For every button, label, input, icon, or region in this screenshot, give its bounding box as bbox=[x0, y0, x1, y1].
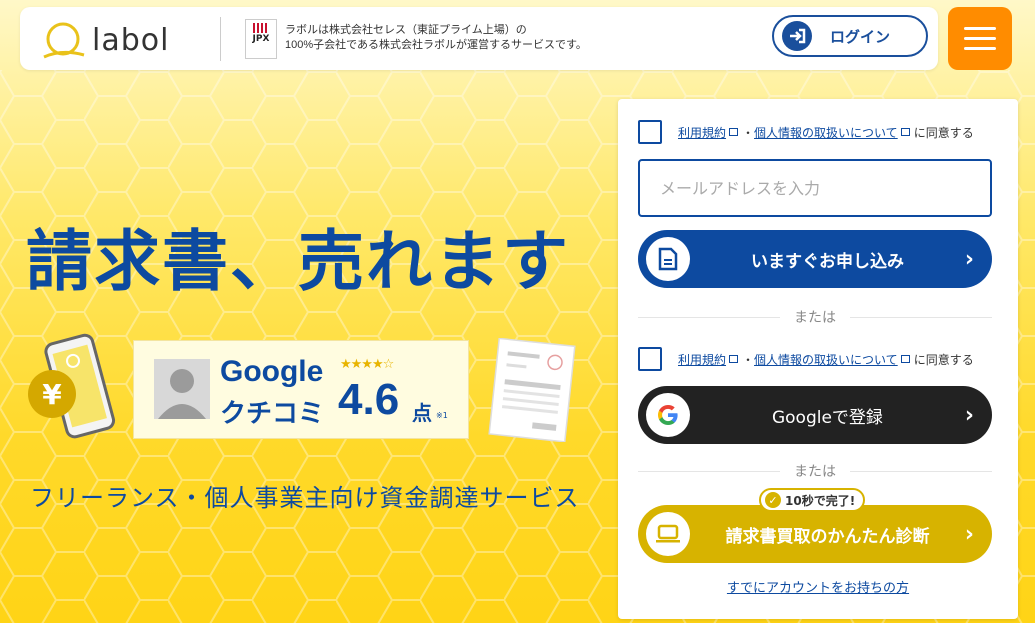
privacy-link-2[interactable]: 個人情報の取扱いについて bbox=[754, 351, 898, 368]
login-button[interactable]: ログイン bbox=[772, 15, 928, 57]
chevron-right-icon: › bbox=[964, 246, 974, 272]
labol-logo[interactable]: labol bbox=[40, 19, 200, 59]
apply-now-button[interactable]: いますぐお申し込み › bbox=[638, 230, 992, 288]
external-link-icon bbox=[729, 128, 739, 136]
hamburger-icon bbox=[964, 27, 996, 30]
or-text-2: または bbox=[794, 464, 836, 480]
login-label: ログイン bbox=[830, 27, 891, 46]
logo-text: labol bbox=[92, 23, 170, 58]
google-signup-button[interactable]: Googleで登録 › bbox=[638, 386, 992, 444]
site-header: labol JPX ラボルは株式会社セレス（東証プライム上場）の 100%子会社… bbox=[20, 7, 938, 70]
email-input[interactable] bbox=[638, 159, 992, 217]
privacy-link-1[interactable]: 個人情報の取扱いについて bbox=[754, 124, 898, 141]
terms-agreement-1: 利用規約 ・ 個人情報の取扱いについて に同意する bbox=[638, 120, 974, 144]
external-link-icon bbox=[900, 355, 910, 363]
apply-now-label: いますぐお申し込み bbox=[750, 251, 904, 272]
terms-checkbox-2[interactable] bbox=[638, 347, 662, 371]
rating-stars: ★★★★☆ bbox=[340, 357, 394, 372]
chevron-right-icon: › bbox=[964, 521, 974, 547]
google-review-card: Google クチコミ ★★★★☆ 4.6 点 ※1 bbox=[133, 340, 469, 439]
or-divider-1: または bbox=[638, 307, 992, 327]
rating-score: 4.6 bbox=[338, 375, 400, 424]
laptop-icon bbox=[646, 512, 690, 556]
agree-text-1: に同意する bbox=[913, 125, 974, 140]
rating-unit: 点 bbox=[412, 401, 432, 425]
terms-link-1[interactable]: 利用規約 bbox=[678, 124, 726, 141]
logo-mark-icon bbox=[43, 22, 85, 59]
hamburger-menu-button[interactable] bbox=[948, 7, 1012, 70]
reviewer-avatar bbox=[154, 359, 210, 419]
chevron-right-icon: › bbox=[964, 402, 974, 428]
document-icon bbox=[646, 237, 690, 281]
invoice-illustration bbox=[488, 338, 576, 442]
badge-text: 10秒で完了! bbox=[785, 493, 856, 508]
header-divider bbox=[220, 17, 221, 61]
check-icon: ✓ bbox=[765, 492, 781, 508]
external-link-icon bbox=[729, 355, 739, 363]
login-icon bbox=[782, 21, 812, 51]
kuchikomi-label: クチコミ bbox=[220, 399, 325, 429]
rating-footnote: ※1 bbox=[436, 411, 448, 420]
terms-link-2[interactable]: 利用規約 bbox=[678, 351, 726, 368]
hero-title: 請求書、売れます bbox=[26, 223, 570, 300]
or-divider-2: または bbox=[638, 461, 992, 481]
hero-subtitle: フリーランス・個人事業主向け資金調達サービス bbox=[30, 484, 580, 512]
diagnose-button[interactable]: 請求書買取のかんたん診断 › bbox=[638, 505, 992, 563]
existing-account-link[interactable]: すでにアカウントをお持ちの方 bbox=[618, 577, 1018, 596]
company-line-2: 100%子会社である株式会社ラボルが運営するサービスです。 bbox=[285, 39, 587, 51]
jpx-mark-icon bbox=[253, 23, 267, 33]
company-line-1: ラボルは株式会社セレス（東証プライム上場）の bbox=[285, 24, 527, 36]
terms-agreement-2: 利用規約 ・ 個人情報の取扱いについて に同意する bbox=[638, 347, 974, 371]
google-icon bbox=[646, 393, 690, 437]
agree-text-2: に同意する bbox=[913, 352, 974, 367]
phone-yen-illustration: ¥ bbox=[28, 333, 116, 439]
external-link-icon bbox=[900, 128, 910, 136]
separator-dot: ・ bbox=[742, 352, 755, 367]
svg-text:¥: ¥ bbox=[42, 378, 62, 411]
signup-panel: 利用規約 ・ 個人情報の取扱いについて に同意する いますぐお申し込み › また… bbox=[618, 99, 1018, 619]
google-signup-label: Googleで登録 bbox=[771, 407, 883, 428]
ten-seconds-badge: ✓ 10秒で完了! bbox=[759, 488, 866, 512]
separator-dot: ・ bbox=[742, 125, 755, 140]
company-description: ラボルは株式会社セレス（東証プライム上場）の 100%子会社である株式会社ラボル… bbox=[285, 23, 587, 53]
terms-checkbox-1[interactable] bbox=[638, 120, 662, 144]
diagnose-label: 請求書買取のかんたん診断 bbox=[725, 526, 930, 547]
or-text-1: または bbox=[794, 310, 836, 326]
google-label: Google bbox=[220, 355, 324, 388]
jpx-label: JPX bbox=[252, 34, 270, 44]
jpx-prime-logo: JPX bbox=[245, 19, 277, 59]
